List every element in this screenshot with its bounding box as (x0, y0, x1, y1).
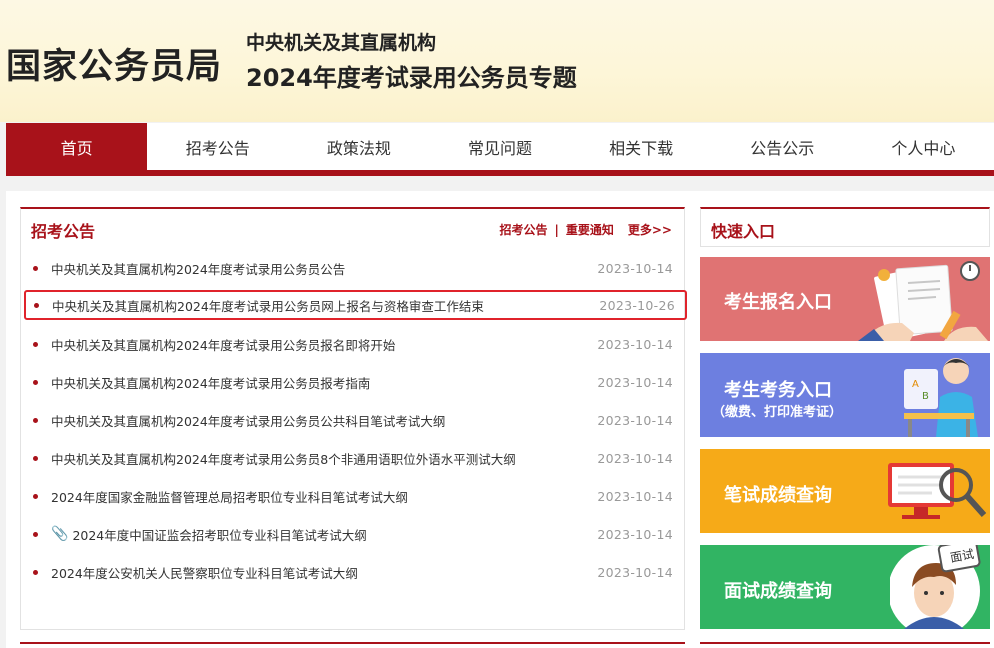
registration-entry-label: 考生报名入口 (724, 292, 832, 313)
nav-faq[interactable]: 常见问题 (429, 123, 570, 170)
nav-downloads[interactable]: 相关下载 (571, 123, 712, 170)
written-score-query-label: 笔试成绩查询 (724, 485, 832, 506)
site-header: 国家公务员局 中央机关及其直属机构 2024年度考试录用公务员专题 (0, 0, 994, 122)
notice-panel-title: 招考公告 (31, 222, 96, 241)
list-item-title[interactable]: 2024年度国家金融监督管理总局招考职位专业科目笔试考试大纲 (51, 487, 597, 506)
student-at-desk-icon: A B (904, 358, 978, 437)
interviewee-avatar-icon (890, 545, 981, 629)
nav-home[interactable]: 首页 (6, 123, 148, 170)
list-item[interactable]: 📎 2024年度中国证监会招考职位专业科目笔试考试大纲 2023-10-14 (25, 519, 683, 549)
interview-score-query-label: 面试成绩查询 (724, 581, 832, 602)
bullet-icon (33, 341, 38, 347)
registration-entry-card[interactable]: 考生报名入口 (700, 257, 990, 341)
header-subtitle: 中央机关及其直属机构 (246, 32, 437, 54)
list-item-date: 2023-10-14 (597, 412, 673, 428)
attachment-icon: 📎 (51, 526, 69, 542)
nav-announcements[interactable]: 公告公示 (712, 123, 853, 170)
list-item-date: 2023-10-14 (597, 374, 673, 390)
list-item-date: 2023-10-14 (597, 526, 673, 542)
list-item-title[interactable]: 中央机关及其直属机构2024年度考试录用公务员公共科目笔试考试大纲 (51, 411, 597, 430)
link-important-notice[interactable]: 重要通知 (566, 221, 614, 238)
exam-affairs-entry-sublabel: （缴费、打印准考证） (712, 405, 843, 420)
list-item[interactable]: 2024年度公安机关人民警察职位专业科目笔试考试大纲 2023-10-14 (25, 557, 683, 587)
list-item-title[interactable]: 中央机关及其直属机构2024年度考试录用公务员公告 (51, 259, 597, 278)
list-item-title[interactable]: 2024年度公安机关人民警察职位专业科目笔试考试大纲 (51, 563, 597, 582)
list-item-title[interactable]: 中央机关及其直属机构2024年度考试录用公务员网上报名与资格审查工作结束 (52, 296, 599, 315)
list-item-date: 2023-10-26 (599, 297, 675, 313)
bullet-icon (34, 302, 39, 308)
interview-score-query-card[interactable]: 面试成绩查询 面试 (700, 545, 990, 629)
bullet-icon (33, 493, 38, 499)
list-item-title[interactable]: 2024年度中国证监会招考职位专业科目笔试考试大纲 (72, 525, 597, 544)
bullet-icon (33, 265, 38, 271)
main-nav: 首页 招考公告 政策法规 常见问题 相关下载 公告公示 个人中心 (6, 123, 994, 176)
list-item-date: 2023-10-14 (597, 260, 673, 276)
list-item[interactable]: 中央机关及其直属机构2024年度考试录用公务员报名即将开始 2023-10-14 (25, 329, 683, 359)
list-item-date: 2023-10-14 (597, 336, 673, 352)
quick-entry-title: 快速入口 (711, 222, 776, 241)
nav-personal-center[interactable]: 个人中心 (853, 123, 994, 170)
bullet-icon (33, 531, 38, 537)
list-item[interactable]: 中央机关及其直属机构2024年度考试录用公务员报考指南 2023-10-14 (25, 367, 683, 397)
more-link[interactable]: 更多>> (628, 221, 672, 238)
divider: | (554, 222, 559, 237)
list-item[interactable]: 中央机关及其直属机构2024年度考试录用公务员公共科目笔试考试大纲 2023-1… (25, 405, 683, 435)
notice-panel: 招考公告 招考公告 | 重要通知 更多>> 中央机关及其直属机构2024年度考试… (20, 207, 687, 630)
exam-affairs-entry-card[interactable]: 考生考务入口 （缴费、打印准考证） A B (700, 353, 990, 437)
list-item[interactable]: 中央机关及其直属机构2024年度考试录用公务员8个非通用语职位外语水平测试大纲 … (25, 443, 683, 473)
document-illustration-icon (858, 261, 988, 341)
bullet-icon (33, 379, 38, 385)
panel-divider (700, 642, 990, 644)
panel-divider (20, 642, 685, 644)
score-report-icon (888, 463, 987, 519)
list-item-title[interactable]: 中央机关及其直属机构2024年度考试录用公务员报名即将开始 (51, 335, 597, 354)
link-recruit-notice[interactable]: 招考公告 (499, 221, 547, 238)
list-item-title[interactable]: 中央机关及其直属机构2024年度考试录用公务员8个非通用语职位外语水平测试大纲 (51, 449, 597, 468)
svg-text:A: A (912, 379, 919, 390)
exam-affairs-entry-label: 考生考务入口 (724, 380, 832, 401)
list-item-date: 2023-10-14 (597, 564, 673, 580)
bullet-icon (33, 569, 38, 575)
header-title: 2024年度考试录用公务员专题 (246, 64, 577, 92)
bullet-icon (33, 417, 38, 423)
written-score-query-card[interactable]: 笔试成绩查询 (700, 449, 990, 533)
nav-recruit-notice[interactable]: 招考公告 (147, 123, 288, 170)
list-item-date: 2023-10-14 (597, 488, 673, 504)
svg-text:B: B (922, 391, 929, 402)
list-item[interactable]: 中央机关及其直属机构2024年度考试录用公务员公告 2023-10-14 (25, 253, 683, 283)
notice-panel-links: 招考公告 | 重要通知 更多>> (499, 221, 672, 238)
list-item-title[interactable]: 中央机关及其直属机构2024年度考试录用公务员报考指南 (51, 373, 597, 392)
list-item[interactable]: 2024年度国家金融监督管理总局招考职位专业科目笔试考试大纲 2023-10-1… (25, 481, 683, 511)
quick-entry-panel: 快速入口 (700, 207, 990, 247)
list-item-date: 2023-10-14 (597, 450, 673, 466)
bullet-icon (33, 455, 38, 461)
list-item-highlighted[interactable]: 中央机关及其直属机构2024年度考试录用公务员网上报名与资格审查工作结束 202… (24, 290, 687, 320)
site-logo[interactable]: 国家公务员局 (6, 38, 222, 89)
nav-policy[interactable]: 政策法规 (288, 123, 429, 170)
